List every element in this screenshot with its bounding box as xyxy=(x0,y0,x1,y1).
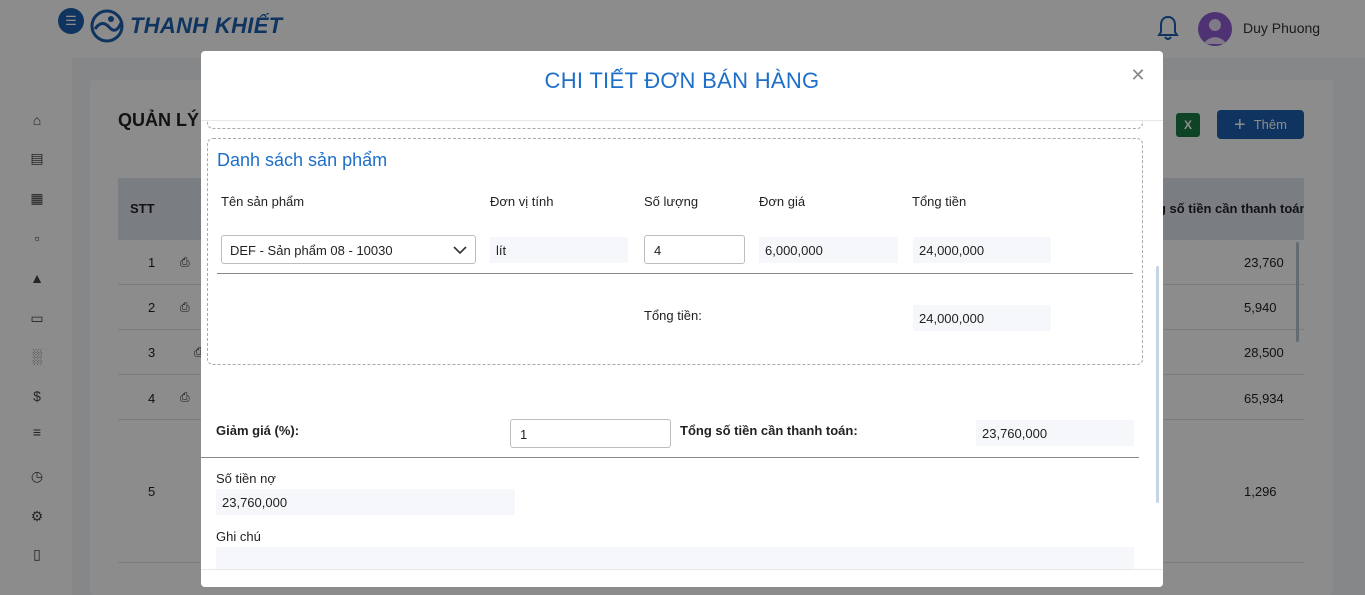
order-detail-modal: CHI TIẾT ĐƠN BÁN HÀNG ✕ Danh sách sản ph… xyxy=(201,51,1163,587)
chevron-down-icon xyxy=(453,246,467,255)
divider xyxy=(217,273,1133,274)
modal-scrollbar[interactable] xyxy=(1156,266,1159,503)
modal-body: Danh sách sản phẩm Tên sản phẩm Đơn vị t… xyxy=(201,121,1163,569)
line-total-value: 24,000,000 xyxy=(913,237,1051,263)
column-header-product-name: Tên sản phẩm xyxy=(221,194,305,209)
debt-value: 23,760,000 xyxy=(216,489,515,515)
column-header-unit: Đơn vị tính xyxy=(490,194,554,209)
modal-header: CHI TIẾT ĐƠN BÁN HÀNG ✕ xyxy=(201,51,1163,121)
price-value: 6,000,000 xyxy=(759,237,898,263)
discount-label: Giảm giá (%): xyxy=(216,423,300,438)
note-field[interactable] xyxy=(216,547,1134,569)
product-select-value: DEF - Sản phẩm 08 - 10030 xyxy=(230,243,393,258)
sum-value: 24,000,000 xyxy=(913,305,1051,331)
previous-section-border xyxy=(207,121,1143,129)
discount-input[interactable]: 1 xyxy=(510,419,671,448)
close-icon[interactable]: ✕ xyxy=(1129,65,1147,85)
sum-label: Tổng tiền: xyxy=(644,308,702,323)
modal-title: CHI TIẾT ĐƠN BÁN HÀNG xyxy=(544,68,820,93)
debt-label: Số tiền nợ xyxy=(216,471,276,486)
product-section-title: Danh sách sản phẩm xyxy=(217,150,388,170)
payable-label: Tổng số tiền cần thanh toán: xyxy=(680,423,858,438)
unit-value: lít xyxy=(490,237,628,263)
column-header-quantity: Số lượng xyxy=(644,194,699,209)
modal-footer xyxy=(201,569,1163,587)
quantity-input[interactable]: 4 xyxy=(644,235,745,264)
column-header-price: Đơn giá xyxy=(759,194,806,209)
product-select[interactable]: DEF - Sản phẩm 08 - 10030 xyxy=(221,235,476,264)
column-header-total: Tổng tiền xyxy=(912,194,967,209)
note-label: Ghi chú xyxy=(216,529,261,544)
payable-value: 23,760,000 xyxy=(976,420,1134,446)
divider xyxy=(201,457,1139,458)
